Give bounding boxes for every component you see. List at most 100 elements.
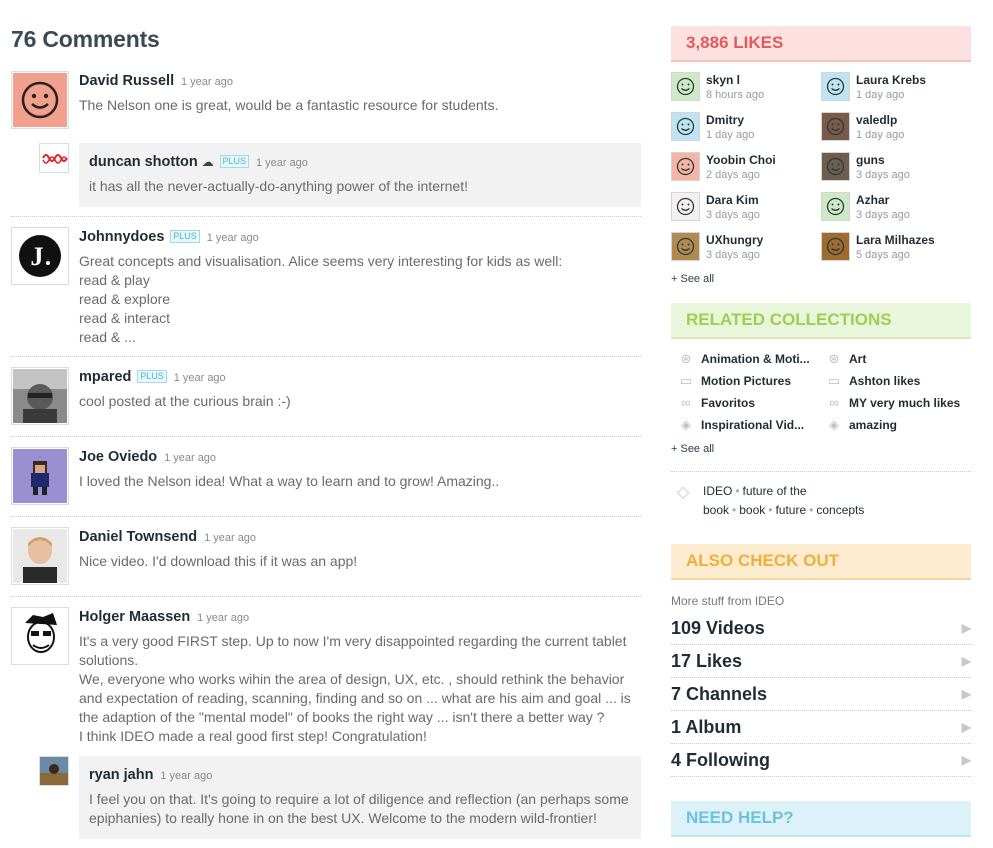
avatar[interactable] xyxy=(11,71,69,129)
arrow-right-icon: ▶ xyxy=(961,654,971,668)
divider xyxy=(11,216,641,217)
collection-item[interactable]: ∞ Favoritos xyxy=(677,395,825,411)
comment: mpared PLUS 1 year ago cool posted at th… xyxy=(11,367,641,427)
avatar xyxy=(821,72,850,101)
collection-label[interactable]: MY very much likes xyxy=(849,396,960,410)
liker-item[interactable]: Dmitry 1 day ago xyxy=(671,112,821,142)
comment-author[interactable]: ryan jahn xyxy=(89,767,153,783)
tag-link[interactable]: future xyxy=(775,503,806,517)
avatar[interactable]: J xyxy=(11,227,69,285)
comment-body: Nice video. I'd download this if it was … xyxy=(79,552,641,571)
avatar xyxy=(671,192,700,221)
tag-separator: • xyxy=(768,503,773,517)
comment-text: I loved the Nelson idea! What a way to l… xyxy=(79,473,500,489)
tag-link[interactable]: IDEO xyxy=(703,484,732,498)
comment-text: it has all the never-actually-do-anythin… xyxy=(89,178,468,194)
stat-label[interactable]: 7 Channels xyxy=(671,684,767,704)
stat-label[interactable]: 1 Album xyxy=(671,717,741,737)
liker-item[interactable]: Dara Kim 3 days ago xyxy=(671,192,821,222)
stat-link[interactable]: 17 Likes ▶ xyxy=(671,645,971,678)
comment-author[interactable]: Holger Maassen xyxy=(79,609,190,625)
comment-text: cool posted at the curious brain :-) xyxy=(79,393,291,409)
sketch-avatar-icon xyxy=(13,609,67,663)
comment-time: 1 year ago xyxy=(160,770,213,782)
tag-link[interactable]: concepts xyxy=(816,503,864,517)
avatar xyxy=(821,232,850,261)
comment-author[interactable]: Joe Oviedo xyxy=(79,449,157,465)
liker-name[interactable]: Dmitry xyxy=(706,113,821,128)
collection-icon: ∞ xyxy=(681,395,691,410)
stat-link[interactable]: 7 Channels ▶ xyxy=(671,678,971,711)
avatar[interactable] xyxy=(11,527,69,585)
collection-label[interactable]: Animation & Moti... xyxy=(701,352,810,366)
collection-label[interactable]: Motion Pictures xyxy=(701,374,791,388)
collection-label[interactable]: Ashton likes xyxy=(849,374,920,388)
collection-label[interactable]: Favoritos xyxy=(701,396,755,410)
avatar[interactable] xyxy=(11,367,69,425)
owner-link[interactable]: IDEO xyxy=(755,594,784,608)
collection-item[interactable]: ⊛ Animation & Moti... xyxy=(677,351,825,367)
stat-label[interactable]: 4 Following xyxy=(671,750,770,770)
collection-item[interactable]: ◈ Inspirational Vid... xyxy=(677,417,825,433)
liker-item[interactable]: skyn l8 hours ago xyxy=(671,72,821,102)
comment-author[interactable]: mpared xyxy=(79,369,131,385)
likes-grid: skyn l8 hours ago Laura Krebs 1 day ago Dmi… xyxy=(671,72,971,262)
liker-name[interactable]: skyn l xyxy=(706,73,821,88)
liker-name[interactable]: Lara Milhazes xyxy=(856,233,971,248)
liker-item[interactable]: guns 3 days ago xyxy=(821,152,971,182)
stat-label[interactable]: 17 Likes xyxy=(671,651,742,671)
comment-body: The Nelson one is great, would be a fant… xyxy=(79,96,641,115)
liker-name[interactable]: guns xyxy=(856,153,971,168)
likes-see-all-link[interactable]: + See all xyxy=(671,273,971,285)
avatar[interactable] xyxy=(39,756,69,786)
comment-author[interactable]: David Russell xyxy=(79,73,174,89)
collection-item[interactable]: ▭ Ashton likes xyxy=(825,373,977,389)
divider xyxy=(11,516,641,517)
collection-label[interactable]: amazing xyxy=(849,418,897,432)
avatar[interactable] xyxy=(11,607,69,665)
collection-item[interactable]: ∞ MY very much likes xyxy=(825,395,977,411)
avatar xyxy=(821,152,850,181)
stat-label[interactable]: 109 Videos xyxy=(671,618,765,638)
tag-link[interactable]: book xyxy=(739,503,765,517)
liker-item[interactable]: Laura Krebs 1 day ago xyxy=(821,72,971,102)
photo-avatar-icon xyxy=(40,757,68,785)
comment-author[interactable]: Daniel Townsend xyxy=(79,529,197,545)
liker-time: 5 days ago xyxy=(856,249,910,261)
photo-avatar-icon xyxy=(13,369,67,423)
liker-name[interactable]: Azhar xyxy=(856,193,971,208)
comment-text: read & explore xyxy=(79,291,171,307)
liker-name[interactable]: valedlp xyxy=(856,113,971,128)
avatar xyxy=(821,192,850,221)
avatar[interactable] xyxy=(11,447,69,505)
liker-name[interactable]: Laura Krebs xyxy=(856,73,971,88)
liker-item[interactable]: Azhar 3 days ago xyxy=(821,192,971,222)
collection-label[interactable]: Inspirational Vid... xyxy=(701,418,804,432)
comment-author[interactable]: duncan shotton xyxy=(89,154,198,170)
stat-link[interactable]: 109 Videos ▶ xyxy=(671,612,971,645)
stat-link[interactable]: 4 Following ▶ xyxy=(671,744,971,777)
collection-icon: ▭ xyxy=(679,373,693,388)
comment-text: It's a very good FIRST step. Up to now I… xyxy=(79,633,631,668)
need-help-header[interactable]: NEED HELP? xyxy=(671,801,971,837)
collection-label[interactable]: Art xyxy=(849,352,866,366)
collection-item[interactable]: ⊛ Art xyxy=(825,351,977,367)
liker-item[interactable]: Lara Milhazes 5 days ago xyxy=(821,232,971,262)
photo-avatar-icon xyxy=(13,529,67,583)
collections-see-all-link[interactable]: + See all xyxy=(671,443,971,455)
comment-author[interactable]: Johnnydoes xyxy=(79,229,164,245)
liker-item[interactable]: UXhungry 3 days ago xyxy=(671,232,821,262)
collection-item[interactable]: ▭ Motion Pictures xyxy=(677,373,825,389)
comment-body: I feel you on that. It's going to requir… xyxy=(89,790,631,828)
comment-body: I loved the Nelson idea! What a way to l… xyxy=(79,472,641,491)
collection-item[interactable]: ◈ amazing xyxy=(825,417,977,433)
j-logo-avatar-icon: J xyxy=(13,229,67,283)
liker-item[interactable]: Yoobin Choi 2 days ago xyxy=(671,152,821,182)
liker-name[interactable]: UXhungry xyxy=(706,233,821,248)
liker-name[interactable]: Dara Kim xyxy=(706,193,821,208)
liker-item[interactable]: valedlp 1 day ago xyxy=(821,112,971,142)
stat-link[interactable]: 1 Album ▶ xyxy=(671,711,971,744)
avatar[interactable] xyxy=(39,143,69,173)
arrow-right-icon: ▶ xyxy=(961,621,971,635)
liker-name[interactable]: Yoobin Choi xyxy=(706,153,821,168)
